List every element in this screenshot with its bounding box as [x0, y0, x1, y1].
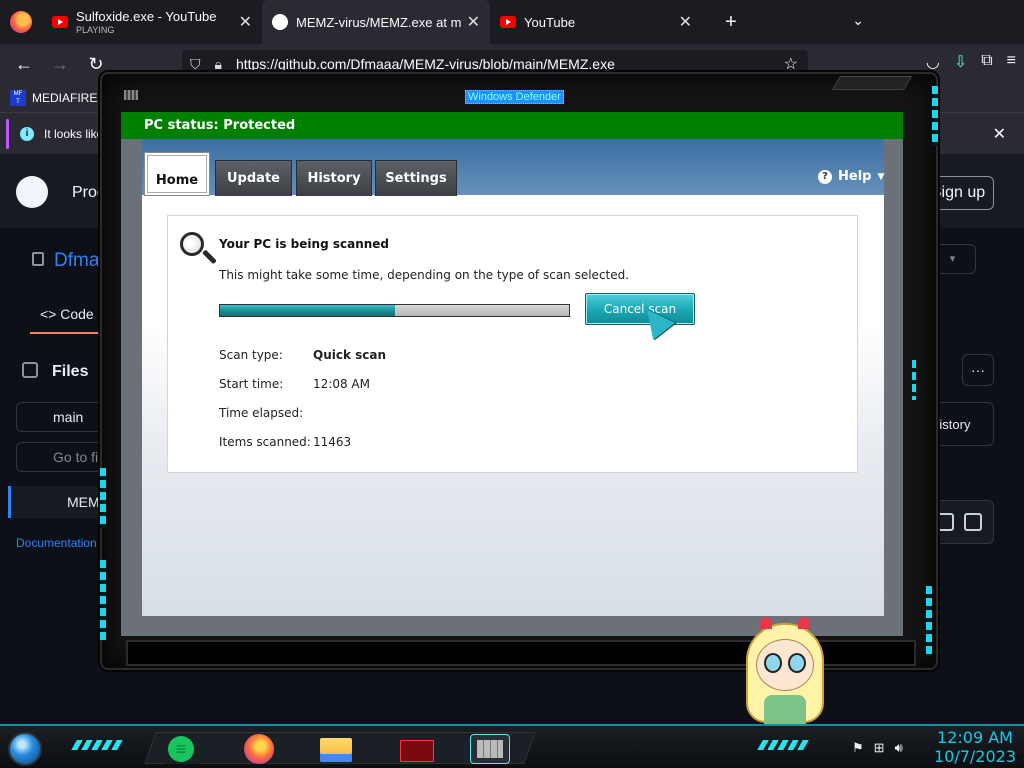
help-icon: ? [818, 169, 832, 184]
tab-code[interactable]: <> Code [40, 306, 94, 322]
tab-update[interactable]: Update [215, 160, 292, 196]
detail-row-items-scanned: Items scanned: 11463 [219, 435, 352, 449]
repo-owner-link[interactable]: Dfma [54, 250, 99, 271]
network-icon[interactable]: ⊞ [874, 740, 885, 756]
close-tab-icon[interactable]: ✕ [467, 12, 480, 32]
download-icon[interactable]: ⇩ [954, 52, 967, 72]
bookmark-mediafire[interactable]: MEDIAFIRE R [32, 91, 109, 105]
tab-title: YouTube [524, 14, 576, 30]
notification-text: It looks like [44, 126, 104, 141]
copy-icon[interactable] [936, 513, 954, 531]
tab-settings[interactable]: Settings [375, 160, 457, 196]
url-text[interactable]: https://github.com/Dfmaaa/MEMZ-virus/blo… [236, 56, 615, 72]
frame-light-right [926, 586, 932, 656]
firefox-view-icon[interactable] [10, 11, 32, 33]
tab-playing-label: PLAYING [76, 25, 115, 35]
defender-taskbar-icon[interactable] [470, 734, 510, 764]
window-menu-icon[interactable] [124, 90, 138, 100]
close-tab-icon[interactable]: ✕ [239, 12, 252, 32]
go-to-file-input[interactable]: Go to file [16, 442, 112, 472]
game-app-icon[interactable] [396, 734, 436, 764]
tab-home[interactable]: Home [144, 152, 210, 196]
scan-progress-bar [219, 304, 570, 317]
files-heading: Files [52, 363, 89, 380]
info-icon: i [20, 126, 34, 141]
browser-tab-bar: Sulfoxide.exe - YouTube PLAYING ✕ MEMZ-v… [0, 0, 1024, 44]
file-tree-item-memz[interactable]: MEMZ [8, 486, 112, 518]
frame-decoration [831, 76, 913, 90]
scan-panel: Your PC is being scanned This might take… [167, 215, 858, 473]
lock-icon[interactable]: 🔒︎ [215, 56, 222, 73]
clock-time: 12:09 AM [937, 728, 1013, 747]
tab-title: MEMZ-virus/MEMZ.exe at mai [296, 14, 461, 30]
start-button[interactable] [8, 732, 42, 766]
defender-body: Home Update History Settings ? Help ▼ Yo… [142, 139, 884, 616]
bookmark-star-icon[interactable]: ☆ [784, 54, 798, 74]
taskbar-clock[interactable]: 12:09 AM 10/7/2023 [930, 728, 1020, 766]
history-button[interactable]: History [930, 402, 994, 446]
active-tab-underline [30, 332, 108, 334]
github-icon [272, 14, 288, 30]
code-icon: <> [40, 306, 57, 322]
clock-date: 10/7/2023 [933, 747, 1017, 766]
frame-light-right [932, 86, 938, 146]
list-all-tabs-icon[interactable]: ⌄ [852, 12, 864, 29]
frame-light-right [912, 360, 916, 400]
detail-row-time-elapsed: Time elapsed: [219, 406, 304, 420]
repo-icon [32, 252, 44, 266]
tab-title: Sulfoxide.exe - YouTube [76, 9, 217, 24]
detail-row-scan-type: Scan type: Quick scan [219, 348, 387, 362]
frame-light-left [100, 560, 106, 640]
tab-history[interactable]: History [296, 160, 372, 196]
tab-github-memz[interactable]: MEMZ-virus/MEMZ.exe at mai ✕ [262, 0, 490, 44]
extensions-icon[interactable]: ⧉ [981, 52, 992, 72]
firefox-taskbar-icon[interactable] [240, 734, 280, 764]
mediafire-icon: MF T [10, 90, 26, 106]
youtube-icon [52, 16, 68, 28]
new-tab-button[interactable]: + [716, 11, 746, 34]
file-explorer-icon[interactable] [318, 734, 358, 764]
github-logo-icon[interactable] [16, 176, 48, 208]
download-file-icon[interactable] [964, 513, 982, 531]
volume-icon[interactable]: 🔊︎ [895, 740, 903, 756]
pocket-icon[interactable]: ◡ [926, 52, 940, 72]
notes-app-icon[interactable] [162, 734, 202, 764]
taskbar: ⚑ ⊞ 🔊︎ 12:09 AM 10/7/2023 [0, 724, 1024, 768]
frame-light-left [100, 468, 106, 528]
close-notification-icon[interactable]: ✕ [993, 124, 1006, 144]
scan-title: Your PC is being scanned [219, 237, 390, 251]
pc-status-bar: PC status: Protected [121, 112, 903, 139]
youtube-icon [500, 16, 516, 28]
detail-row-start-time: Start time: 12:08 AM [219, 377, 370, 391]
help-menu[interactable]: ? Help ▼ [818, 169, 884, 184]
shield-icon[interactable]: ⛉ [190, 56, 201, 73]
scan-progress-fill [220, 305, 395, 316]
more-options-button[interactable]: ··· [962, 354, 994, 386]
close-tab-icon[interactable]: ✕ [679, 12, 692, 32]
documentation-link[interactable]: Documentation [16, 536, 97, 550]
menu-icon[interactable]: ≡ [1007, 52, 1016, 72]
flag-icon[interactable]: ⚑ [852, 740, 864, 756]
defender-window: PC status: Protected Home Update History… [121, 112, 903, 636]
sidebar-toggle-icon[interactable] [22, 362, 38, 378]
taskbar-decoration [757, 740, 809, 750]
system-tray: ⚑ ⊞ 🔊︎ [852, 740, 903, 756]
branch-selector[interactable]: main [16, 402, 112, 432]
window-title: Windows Defender [465, 90, 564, 104]
chevron-down-icon: ▼ [877, 171, 885, 182]
file-actions-bar [930, 500, 994, 544]
back-icon[interactable]: ← [6, 54, 42, 75]
tab-youtube-sulfoxide[interactable]: Sulfoxide.exe - YouTube PLAYING ✕ [42, 0, 262, 44]
taskbar-decoration [71, 740, 123, 750]
magnifier-icon [180, 232, 217, 268]
forward-icon[interactable]: → [42, 54, 78, 75]
scan-description: This might take some time, depending on … [219, 268, 630, 282]
tab-youtube[interactable]: YouTube ✕ [490, 0, 702, 44]
desktop-mascot-character [742, 615, 828, 725]
